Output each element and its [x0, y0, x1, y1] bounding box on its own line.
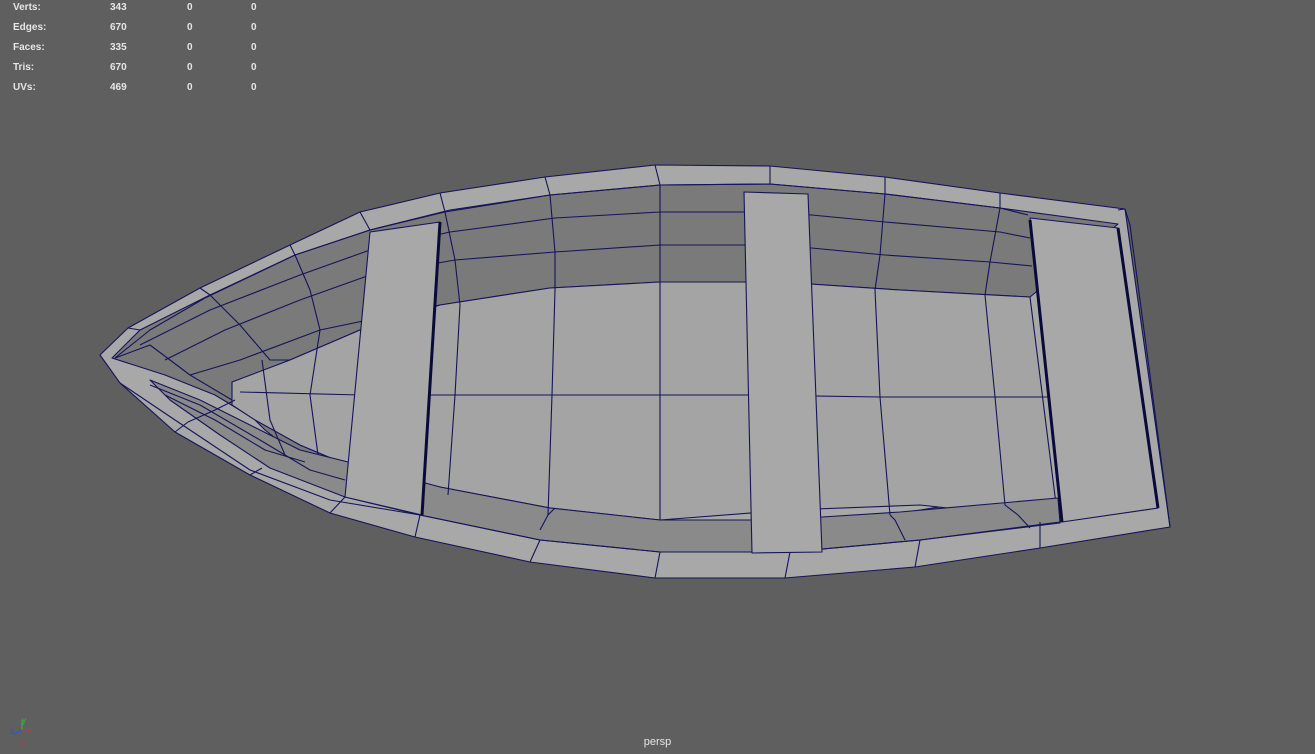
hud-value: 0: [251, 2, 257, 13]
hud-value: 335: [110, 42, 127, 53]
hud-value: 0: [187, 22, 193, 33]
perspective-viewport[interactable]: y z x persp: [0, 0, 1315, 754]
hud-row-uvs: UVs: 469 0 0: [13, 82, 273, 102]
hud-row-verts: Verts: 343 0 0: [13, 2, 273, 22]
y-axis-label: y: [22, 716, 26, 725]
hud-value: 0: [187, 62, 193, 73]
hud-row-edges: Edges: 670 0 0: [13, 22, 273, 42]
hud-label: Tris:: [13, 62, 35, 73]
hud-row-faces: Faces: 335 0 0: [13, 42, 273, 62]
hud-label: Verts:: [13, 2, 41, 13]
hud-value: 670: [110, 62, 127, 73]
hud-row-tris: Tris: 670 0 0: [13, 62, 273, 82]
bench-seat-middle: [743, 191, 823, 554]
camera-name-label: persp: [643, 736, 672, 748]
hud-value: 469: [110, 82, 127, 93]
hud-label: UVs:: [13, 82, 36, 93]
hud-value: 0: [251, 82, 257, 93]
hud-value: 0: [187, 82, 193, 93]
hud-value: 0: [187, 42, 193, 53]
z-axis-label: z: [10, 727, 14, 736]
hud-value: 670: [110, 22, 127, 33]
z-axis-line: [13, 729, 23, 735]
hud-value: 0: [251, 62, 257, 73]
poly-count-hud: Verts: 343 0 0 Edges: 670 0 0 Faces: 335…: [13, 2, 273, 102]
hud-label: Edges:: [13, 22, 47, 33]
hud-value: 0: [251, 22, 257, 33]
hud-value: 0: [187, 2, 193, 13]
hud-value: 343: [110, 2, 127, 13]
hud-label: Faces:: [13, 42, 45, 53]
hud-value: 0: [251, 42, 257, 53]
boat-mesh[interactable]: [0, 0, 1315, 754]
